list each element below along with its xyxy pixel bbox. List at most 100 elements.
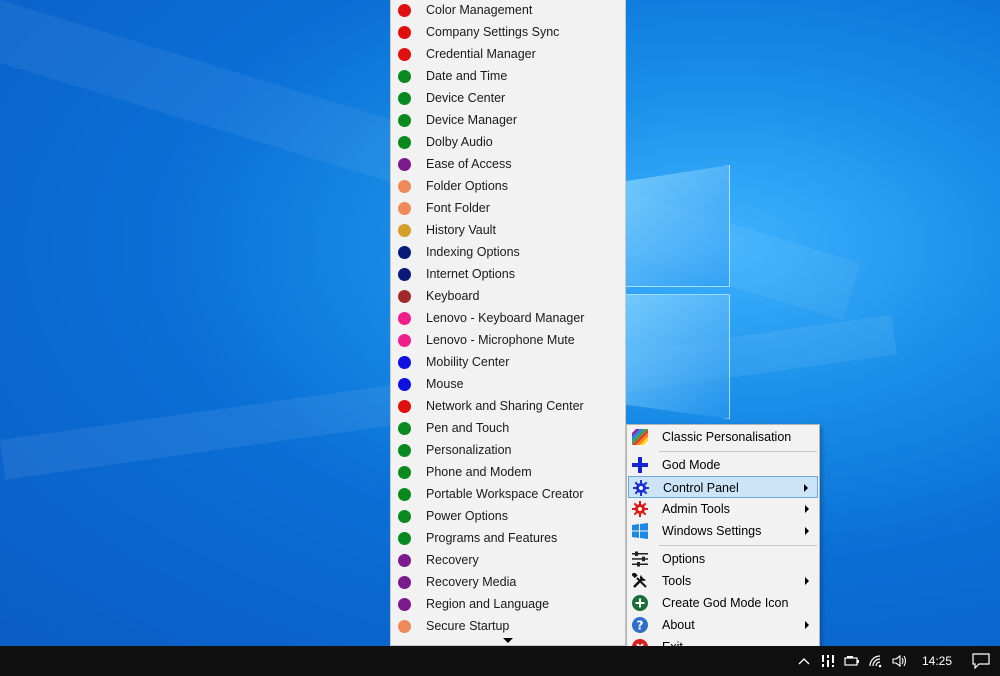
submenu-item[interactable]: Internet Options <box>391 263 625 285</box>
menu-separator <box>659 451 817 452</box>
status-dot-icon <box>398 201 411 215</box>
submenu-item-label: Mouse <box>426 377 464 391</box>
status-dot-icon <box>398 3 411 17</box>
submenu-item[interactable]: Recovery <box>391 549 625 571</box>
submenu-item-label: Internet Options <box>426 267 515 281</box>
submenu-item[interactable]: Device Manager <box>391 109 625 131</box>
control-panel-submenu: Color Management Company Settings Sync Cre… <box>390 0 626 646</box>
submenu-item-label: Programs and Features <box>426 531 558 545</box>
status-dot-icon <box>398 619 411 633</box>
status-dot-icon <box>398 135 411 149</box>
windows-icon <box>631 522 649 540</box>
submenu-item[interactable]: Pen and Touch <box>391 417 625 439</box>
menu-item-god-mode[interactable]: God Mode <box>628 454 818 476</box>
submenu-item[interactable]: Programs and Features <box>391 527 625 549</box>
equalizer-icon[interactable] <box>816 646 840 676</box>
menu-item-label: Control Panel <box>663 481 739 495</box>
submenu-item-label: Secure Startup <box>426 619 510 633</box>
menu-item-label: About <box>662 618 695 632</box>
menu-item-classic-personalisation[interactable]: Classic Personalisation <box>628 426 818 448</box>
submenu-item[interactable]: Mouse <box>391 373 625 395</box>
submenu-item-label: Recovery <box>426 553 479 567</box>
submenu-item[interactable]: Network and Sharing Center <box>391 395 625 417</box>
submenu-item-label: Credential Manager <box>426 47 536 61</box>
submenu-item-label: Lenovo - Microphone Mute <box>426 333 575 347</box>
menu-item-windows-settings[interactable]: Windows Settings <box>628 520 818 542</box>
gear-red-icon <box>631 500 649 518</box>
submenu-item[interactable]: Color Management <box>391 0 625 21</box>
windows-logo-wallpaper <box>620 165 732 420</box>
submenu-item[interactable]: Lenovo - Microphone Mute <box>391 329 625 351</box>
submenu-arrow-icon <box>805 577 809 585</box>
status-dot-icon <box>398 487 411 501</box>
clock-time[interactable]: 14:25 <box>912 654 962 668</box>
submenu-item[interactable]: Lenovo - Keyboard Manager <box>391 307 625 329</box>
menu-item-tools[interactable]: Tools <box>628 570 818 592</box>
logo-pane <box>620 165 730 287</box>
menu-item-label: Create God Mode Icon <box>662 596 789 610</box>
taskbar: 14:25 <box>0 646 1000 676</box>
submenu-arrow-icon <box>805 621 809 629</box>
chevron-down-icon <box>503 637 513 643</box>
battery-icon[interactable] <box>840 646 864 676</box>
submenu-item-label: Keyboard <box>426 289 480 303</box>
logo-pane <box>620 294 730 419</box>
status-dot-icon <box>398 157 411 171</box>
submenu-item-label: Font Folder <box>426 201 490 215</box>
menu-item-admin-tools[interactable]: Admin Tools <box>628 498 818 520</box>
submenu-item[interactable]: Region and Language <box>391 593 625 615</box>
status-dot-icon <box>398 553 411 567</box>
help-icon: ? <box>631 616 649 634</box>
wifi-icon[interactable] <box>864 646 888 676</box>
submenu-arrow-icon <box>805 505 809 513</box>
show-hidden-icons-chevron-icon[interactable] <box>792 646 816 676</box>
status-dot-icon <box>398 399 411 413</box>
submenu-item[interactable]: Recovery Media <box>391 571 625 593</box>
submenu-arrow-icon <box>804 484 808 492</box>
menu-item-label: God Mode <box>662 458 721 472</box>
menu-separator <box>659 545 817 546</box>
submenu-item[interactable]: Date and Time <box>391 65 625 87</box>
submenu-item[interactable]: History Vault <box>391 219 625 241</box>
status-dot-icon <box>398 575 411 589</box>
submenu-item[interactable]: Company Settings Sync <box>391 21 625 43</box>
submenu-item-label: Color Management <box>426 3 533 17</box>
submenu-item-label: Device Manager <box>426 113 518 127</box>
submenu-item[interactable]: Credential Manager <box>391 43 625 65</box>
menu-item-create-god-mode-icon[interactable]: Create God Mode Icon <box>628 592 818 614</box>
action-center-icon[interactable] <box>962 646 1000 676</box>
sliders-icon <box>631 550 649 568</box>
submenu-item[interactable]: Secure Startup <box>391 615 625 637</box>
submenu-item[interactable]: Mobility Center <box>391 351 625 373</box>
submenu-item[interactable]: Device Center <box>391 87 625 109</box>
submenu-item-label: Ease of Access <box>426 157 512 171</box>
submenu-item-label: Recovery Media <box>426 575 517 589</box>
status-dot-icon <box>398 267 411 281</box>
status-dot-icon <box>398 355 411 369</box>
status-dot-icon <box>398 25 411 39</box>
menu-item-about[interactable]: ? About <box>628 614 818 636</box>
submenu-item-label: Date and Time <box>426 69 508 83</box>
plus-icon <box>631 456 649 474</box>
submenu-item[interactable]: Portable Workspace Creator <box>391 483 625 505</box>
volume-icon[interactable] <box>888 646 912 676</box>
submenu-item[interactable]: Power Options <box>391 505 625 527</box>
submenu-item[interactable]: Phone and Modem <box>391 461 625 483</box>
status-dot-icon <box>398 179 411 193</box>
status-dot-icon <box>398 289 411 303</box>
menu-item-control-panel[interactable]: Control Panel <box>628 476 818 498</box>
submenu-item-label: Device Center <box>426 91 506 105</box>
submenu-item[interactable]: Ease of Access <box>391 153 625 175</box>
menu-item-label: Tools <box>662 574 692 588</box>
submenu-item-label: Indexing Options <box>426 245 520 259</box>
menu-item-label: Options <box>662 552 706 566</box>
submenu-item-label: Phone and Modem <box>426 465 532 479</box>
submenu-item[interactable]: Dolby Audio <box>391 131 625 153</box>
submenu-item-label: Region and Language <box>426 597 550 611</box>
submenu-item[interactable]: Font Folder <box>391 197 625 219</box>
submenu-item[interactable]: Indexing Options <box>391 241 625 263</box>
submenu-item[interactable]: Folder Options <box>391 175 625 197</box>
submenu-item[interactable]: Personalization <box>391 439 625 461</box>
menu-item-options[interactable]: Options <box>628 548 818 570</box>
submenu-item[interactable]: Keyboard <box>391 285 625 307</box>
